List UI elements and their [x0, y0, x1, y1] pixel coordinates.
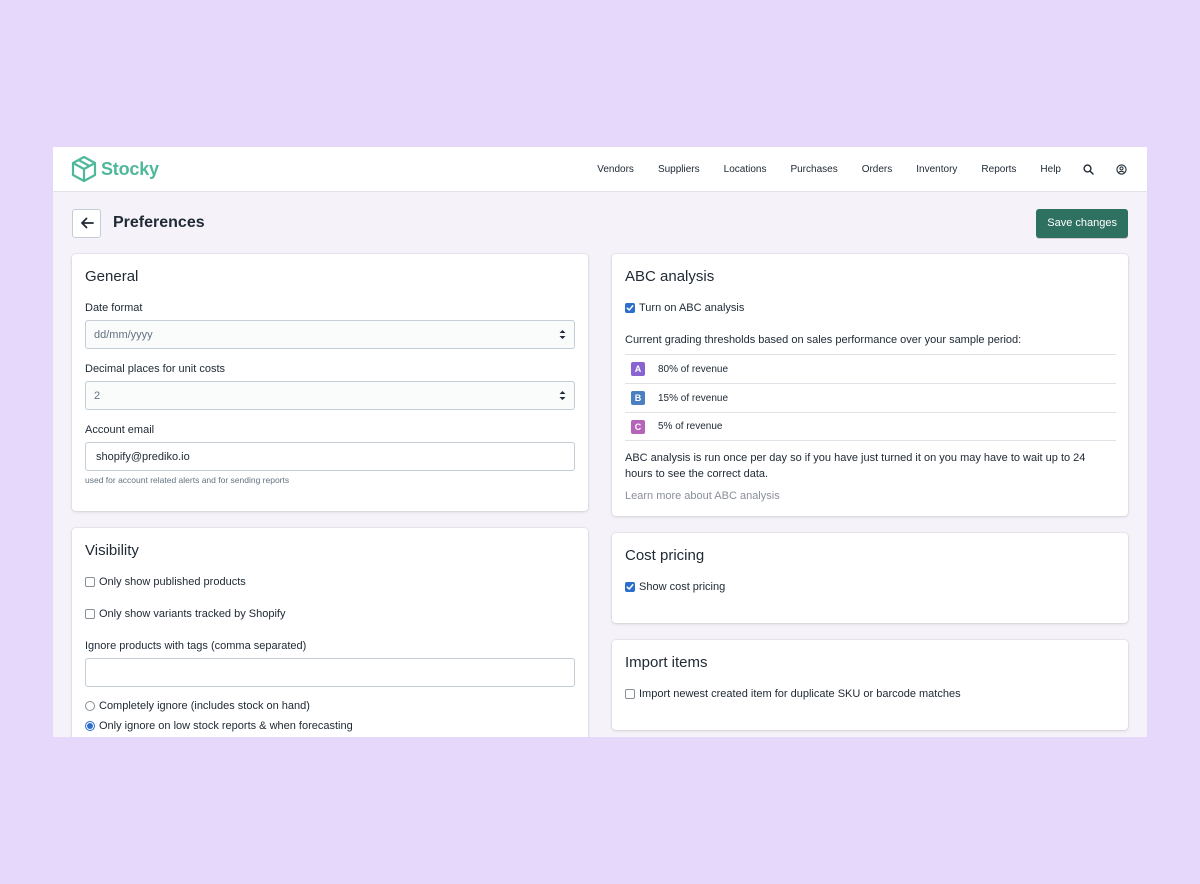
- app-window: Stocky Vendors Suppliers Locations Purch…: [53, 147, 1147, 737]
- account-email-label: Account email: [85, 424, 155, 436]
- ignore-completely-radio[interactable]: [85, 701, 95, 711]
- ignore-tags-input[interactable]: [85, 658, 575, 687]
- page-title: Preferences: [113, 214, 205, 231]
- import-items-title: Import items: [625, 654, 708, 671]
- grade-a-text: 80% of revenue: [658, 363, 729, 375]
- nav-suppliers[interactable]: Suppliers: [658, 164, 700, 175]
- published-only-checkbox[interactable]: [85, 577, 95, 587]
- logo-text: Stocky: [101, 158, 159, 179]
- ignore-completely-option[interactable]: Completely ignore (includes stock on han…: [85, 700, 310, 712]
- abc-analysis-card: ABC analysis Turn on ABC analysis Curren…: [612, 254, 1128, 516]
- nav-vendors[interactable]: Vendors: [597, 164, 634, 175]
- account-email-value: shopify@prediko.io: [96, 450, 190, 463]
- grade-row-a: A 80% of revenue: [625, 354, 1116, 383]
- grade-badge-a: A: [631, 362, 645, 376]
- published-only-option[interactable]: Only show published products: [85, 576, 246, 588]
- checkmark-icon: [626, 305, 634, 311]
- top-navigation-bar: Stocky Vendors Suppliers Locations Purch…: [53, 147, 1147, 192]
- page-header: Preferences Save changes: [72, 208, 1128, 238]
- shopify-variants-label: Only show variants tracked by Shopify: [99, 608, 286, 620]
- grade-row-c: C 5% of revenue: [625, 412, 1116, 441]
- grade-badge-b: B: [631, 391, 645, 405]
- published-only-label: Only show published products: [99, 576, 246, 588]
- checkmark-icon: [626, 584, 634, 590]
- date-format-value: dd/mm/yyyy: [94, 328, 153, 341]
- grade-row-b: B 15% of revenue: [625, 383, 1116, 412]
- abc-description: Current grading thresholds based on sale…: [625, 334, 1022, 346]
- arrow-left-icon: [80, 217, 94, 229]
- main-nav: Vendors Suppliers Locations Purchases Or…: [573, 164, 1127, 175]
- account-email-input[interactable]: shopify@prediko.io: [85, 442, 575, 471]
- select-arrows-icon: [559, 329, 566, 340]
- ignore-low-stock-label: Only ignore on low stock reports & when …: [99, 720, 353, 732]
- general-card: General Date format dd/mm/yyyy Decimal p…: [72, 254, 588, 511]
- ignore-low-stock-radio[interactable]: [85, 721, 95, 731]
- decimal-places-select[interactable]: 2: [85, 381, 575, 410]
- save-changes-button[interactable]: Save changes: [1036, 208, 1128, 238]
- abc-note: ABC analysis is run once per day so if y…: [625, 452, 1086, 480]
- cost-pricing-label: Show cost pricing: [639, 581, 726, 593]
- general-title: General: [85, 268, 139, 285]
- back-button[interactable]: [72, 208, 101, 238]
- box-logo-icon: [71, 155, 97, 183]
- nav-locations[interactable]: Locations: [724, 164, 767, 175]
- date-format-label: Date format: [85, 302, 143, 314]
- select-arrows-icon: [559, 390, 566, 401]
- decimal-places-label: Decimal places for unit costs: [85, 363, 225, 375]
- import-items-label: Import newest created item for duplicate…: [639, 688, 961, 700]
- grade-c-text: 5% of revenue: [658, 421, 723, 432]
- import-items-option[interactable]: Import newest created item for duplicate…: [625, 688, 961, 700]
- visibility-card: Visibility Only show published products …: [72, 528, 588, 737]
- cost-pricing-title: Cost pricing: [625, 547, 705, 564]
- stocky-logo[interactable]: Stocky: [71, 155, 159, 183]
- import-items-checkbox[interactable]: [625, 689, 635, 699]
- shopify-variants-checkbox[interactable]: [85, 609, 95, 619]
- abc-title: ABC analysis: [625, 268, 715, 285]
- cost-pricing-checkbox[interactable]: [625, 582, 635, 592]
- abc-toggle-option[interactable]: Turn on ABC analysis: [625, 302, 744, 314]
- ignore-completely-label: Completely ignore (includes stock on han…: [99, 700, 310, 712]
- grade-badge-c: C: [631, 419, 645, 434]
- account-email-help: used for account related alerts and for …: [85, 475, 290, 485]
- nav-reports[interactable]: Reports: [981, 164, 1016, 175]
- shopify-variants-option[interactable]: Only show variants tracked by Shopify: [85, 608, 285, 620]
- cost-pricing-option[interactable]: Show cost pricing: [625, 581, 725, 593]
- nav-help[interactable]: Help: [1040, 164, 1061, 175]
- date-format-select[interactable]: dd/mm/yyyy: [85, 320, 575, 349]
- search-icon[interactable]: [1083, 163, 1094, 175]
- abc-toggle-label: Turn on ABC analysis: [639, 302, 745, 314]
- visibility-title: Visibility: [85, 542, 139, 559]
- ignore-tags-label: Ignore products with tags (comma separat…: [85, 640, 307, 652]
- user-icon[interactable]: [1116, 163, 1127, 175]
- ignore-low-stock-option[interactable]: Only ignore on low stock reports & when …: [85, 720, 353, 732]
- nav-purchases[interactable]: Purchases: [790, 164, 837, 175]
- cost-pricing-card: Cost pricing Show cost pricing: [612, 533, 1128, 623]
- abc-toggle-checkbox[interactable]: [625, 303, 635, 313]
- decimal-places-value: 2: [94, 389, 101, 402]
- grade-b-text: 15% of revenue: [658, 392, 729, 404]
- nav-inventory[interactable]: Inventory: [916, 164, 957, 175]
- nav-orders[interactable]: Orders: [862, 164, 893, 175]
- grade-list: A 80% of revenue B 15% of revenue C 5% o…: [625, 354, 1116, 441]
- abc-learn-more-link[interactable]: Learn more about ABC analysis: [625, 490, 780, 502]
- import-items-card: Import items Import newest created item …: [612, 640, 1128, 730]
